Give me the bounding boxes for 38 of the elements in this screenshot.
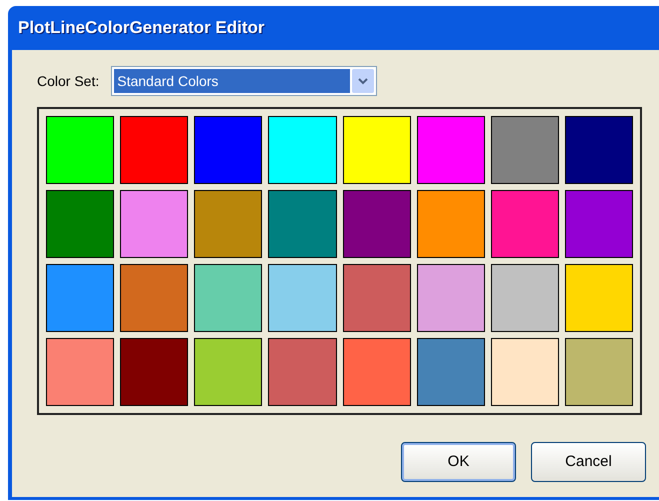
color-swatch[interactable] [564,190,633,258]
color-set-label: Color Set: [37,72,100,90]
color-swatch[interactable] [194,338,262,406]
color-swatch[interactable] [490,116,559,184]
color-swatch[interactable] [46,116,114,184]
color-swatch[interactable] [490,264,559,332]
color-set-dropdown[interactable]: Standard Colors [111,66,378,96]
window-title: PlotLineColorGenerator Editor [18,17,265,40]
color-swatch[interactable] [416,116,485,184]
color-swatch[interactable] [46,264,114,332]
color-swatch[interactable] [564,264,633,332]
ok-button[interactable]: OK [401,442,516,482]
color-swatch[interactable] [564,116,633,184]
color-swatch[interactable] [268,190,336,258]
color-swatch[interactable] [120,338,188,406]
color-swatch[interactable] [120,190,188,258]
color-swatch[interactable] [268,338,336,406]
color-swatch[interactable] [194,116,262,184]
dropdown-value: Standard Colors [114,69,350,93]
color-swatch[interactable] [564,338,633,406]
color-swatch[interactable] [194,190,262,258]
color-swatch[interactable] [46,190,114,258]
color-swatch[interactable] [416,338,485,406]
color-swatch[interactable] [46,338,114,406]
color-swatch[interactable] [416,190,485,258]
color-swatch[interactable] [268,264,336,332]
color-swatch[interactable] [416,264,485,332]
color-swatch[interactable] [342,338,411,406]
color-swatch[interactable] [268,116,336,184]
cancel-button[interactable]: Cancel [531,442,646,482]
color-swatch[interactable] [490,338,559,406]
color-swatch[interactable] [194,264,262,332]
color-swatch[interactable] [342,116,411,184]
color-swatch[interactable] [120,116,188,184]
color-swatch[interactable] [342,190,411,258]
color-swatch[interactable] [120,264,188,332]
color-swatch[interactable] [490,190,559,258]
color-swatch[interactable] [342,264,411,332]
